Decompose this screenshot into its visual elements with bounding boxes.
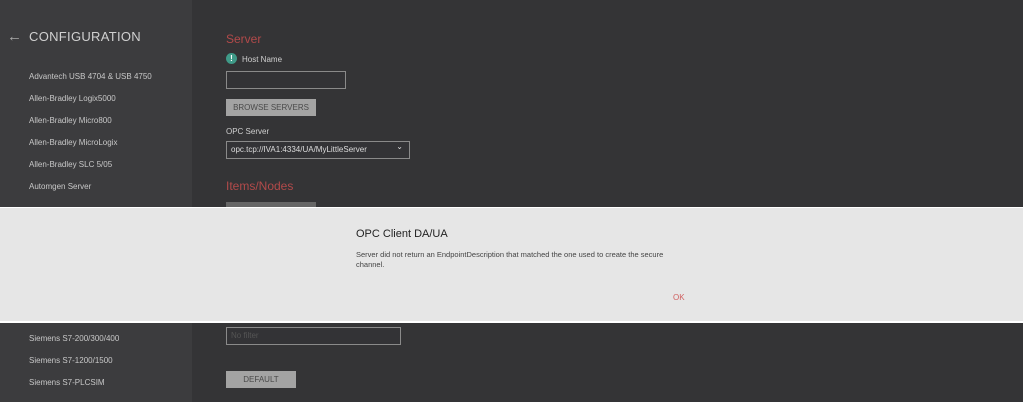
main-panel: Server ! Host Name BROWSE SERVERS OPC Se… — [192, 0, 1023, 402]
dialog-title: OPC Client DA/UA — [356, 228, 448, 240]
chevron-down-icon: ⌄ — [396, 142, 403, 151]
sidebar-item[interactable]: Advantech USB 4704 & USB 4750 — [29, 72, 152, 81]
ok-button[interactable]: OK — [673, 293, 685, 302]
sidebar: ← CONFIGURATION Advantech USB 4704 & USB… — [0, 0, 192, 402]
sidebar-item[interactable]: Siemens S7-PLCSIM — [29, 378, 105, 387]
filter-input[interactable]: No filter — [226, 327, 401, 345]
sidebar-item[interactable]: Allen-Bradley MicroLogix — [29, 138, 117, 147]
sidebar-item[interactable]: Allen-Bradley Micro800 — [29, 116, 112, 125]
page-title: CONFIGURATION — [29, 29, 141, 44]
sidebar-item[interactable]: Allen-Bradley SLC 5/05 — [29, 160, 112, 169]
error-dialog: OPC Client DA/UA Server did not return a… — [0, 207, 1023, 323]
host-name-label: Host Name — [242, 55, 283, 64]
default-button[interactable]: DEFAULT — [226, 371, 296, 388]
sidebar-item[interactable]: Siemens S7-1200/1500 — [29, 356, 113, 365]
sidebar-item[interactable]: Allen-Bradley Logix5000 — [29, 94, 116, 103]
sidebar-item[interactable]: Siemens S7-200/300/400 — [29, 334, 119, 343]
server-heading: Server — [226, 32, 262, 46]
warning-icon: ! — [226, 53, 237, 64]
browse-servers-button[interactable]: BROWSE SERVERS — [226, 99, 316, 116]
sidebar-item[interactable]: Automgen Server — [29, 182, 91, 191]
opc-server-label: OPC Server — [226, 127, 270, 136]
opc-server-select[interactable]: opc.tcp://IVA1:4334/UA/MyLittleServer ⌄ — [226, 141, 410, 159]
back-arrow-icon[interactable]: ← — [7, 28, 22, 45]
dialog-message: Server did not return an EndpointDescrip… — [356, 250, 664, 269]
opc-server-value: opc.tcp://IVA1:4334/UA/MyLittleServer — [231, 145, 367, 154]
items-nodes-heading: Items/Nodes — [226, 179, 294, 193]
host-name-input[interactable] — [226, 71, 346, 89]
